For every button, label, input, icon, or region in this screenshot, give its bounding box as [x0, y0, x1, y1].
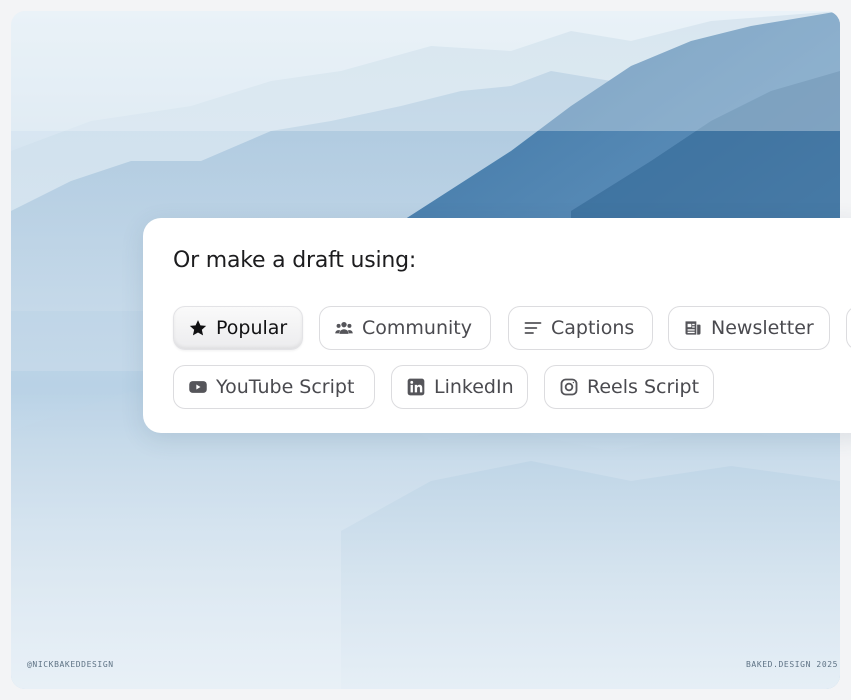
chip-partial-offscreen[interactable] [846, 306, 851, 350]
card-title: Or make a draft using: [173, 248, 417, 273]
chip-popular[interactable]: Popular [173, 306, 303, 350]
star-icon [188, 318, 208, 338]
youtube-icon [188, 377, 208, 397]
footer-credit-left: @NICKBAKEDDESIGN [27, 660, 114, 669]
footer-credit-right: BAKED.DESIGN 2025 [746, 660, 839, 669]
chip-captions[interactable]: Captions [508, 306, 653, 350]
chip-label: Community [362, 317, 472, 339]
chip-label: LinkedIn [434, 376, 514, 398]
chip-label: Newsletter [711, 317, 814, 339]
chip-label: Popular [216, 317, 288, 339]
chip-linkedin[interactable]: LinkedIn [391, 365, 528, 409]
linkedin-icon [406, 377, 426, 397]
chip-reels-script[interactable]: Reels Script [544, 365, 714, 409]
chip-label: Reels Script [587, 376, 700, 398]
instagram-icon [559, 377, 579, 397]
chip-community[interactable]: Community [319, 306, 491, 350]
chip-label: Captions [551, 317, 635, 339]
text-lines-icon [523, 318, 543, 338]
chip-label: YouTube Script [216, 376, 355, 398]
draft-type-card: Or make a draft using: Popular Community [143, 218, 851, 433]
newspaper-icon [683, 318, 703, 338]
chip-youtube-script[interactable]: YouTube Script [173, 365, 375, 409]
users-icon [334, 318, 354, 338]
chip-newsletter[interactable]: Newsletter [668, 306, 830, 350]
